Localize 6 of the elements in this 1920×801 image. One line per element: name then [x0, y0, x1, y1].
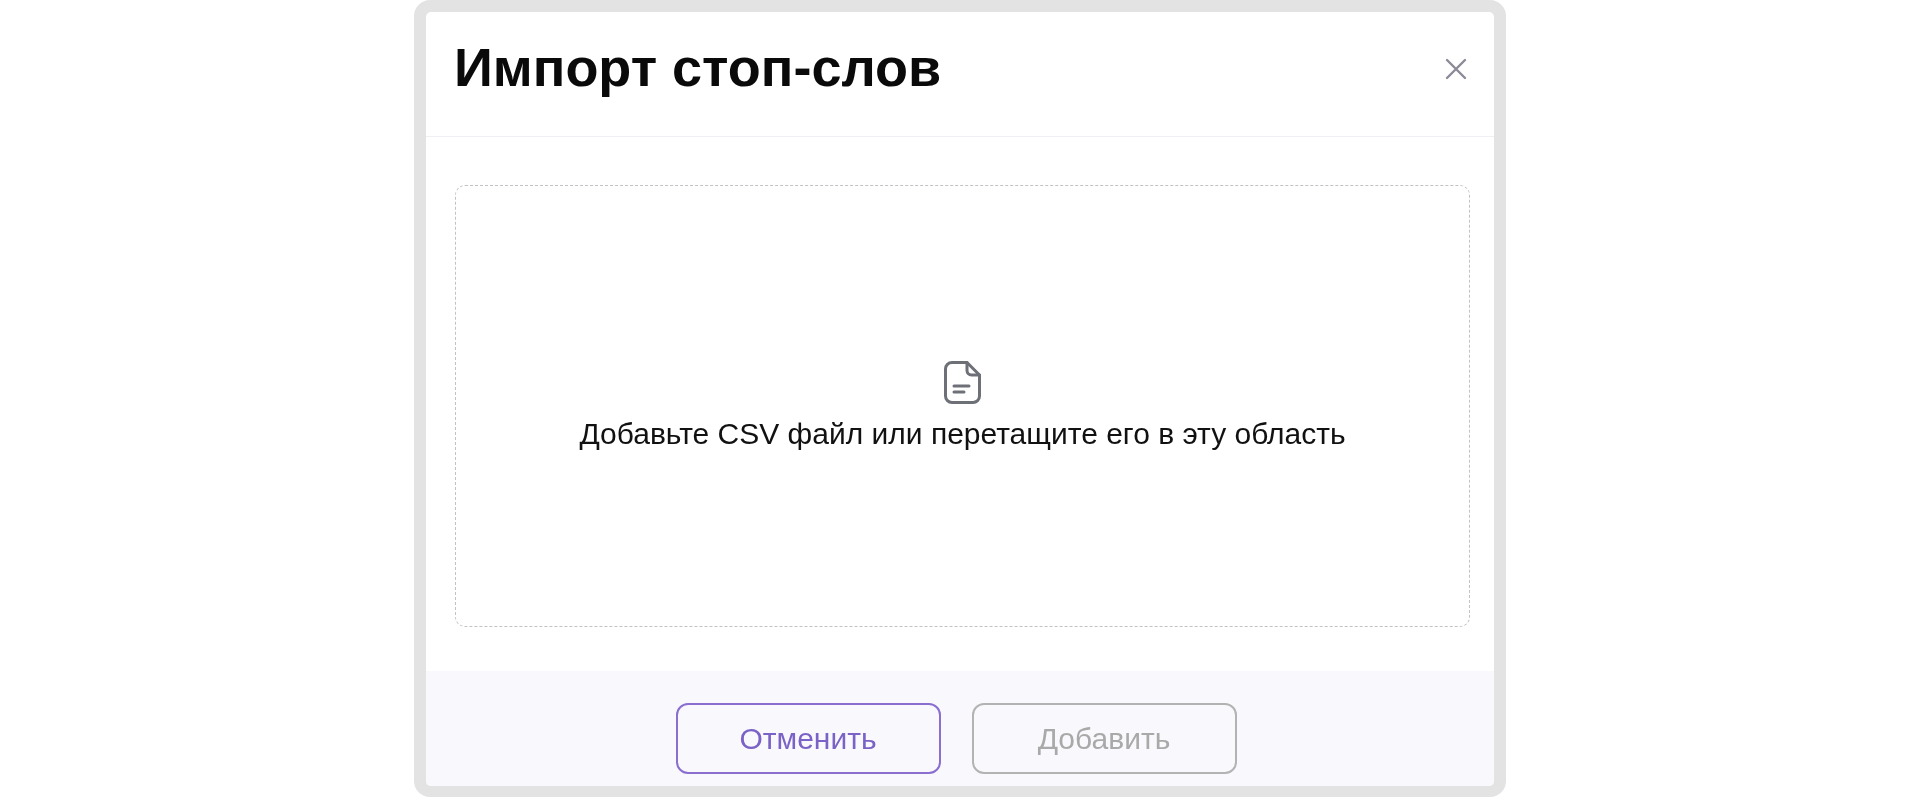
- cancel-button[interactable]: Отменить: [675, 703, 941, 774]
- drop-zone[interactable]: Добавьте CSV файл или перетащите его в эту область: [455, 185, 1470, 627]
- drop-zone-hint: Добавьте CSV файл или перетащите его в эту область: [579, 415, 1346, 452]
- file-icon: [944, 360, 981, 404]
- close-icon: [1445, 58, 1467, 80]
- close-button[interactable]: [1445, 58, 1467, 80]
